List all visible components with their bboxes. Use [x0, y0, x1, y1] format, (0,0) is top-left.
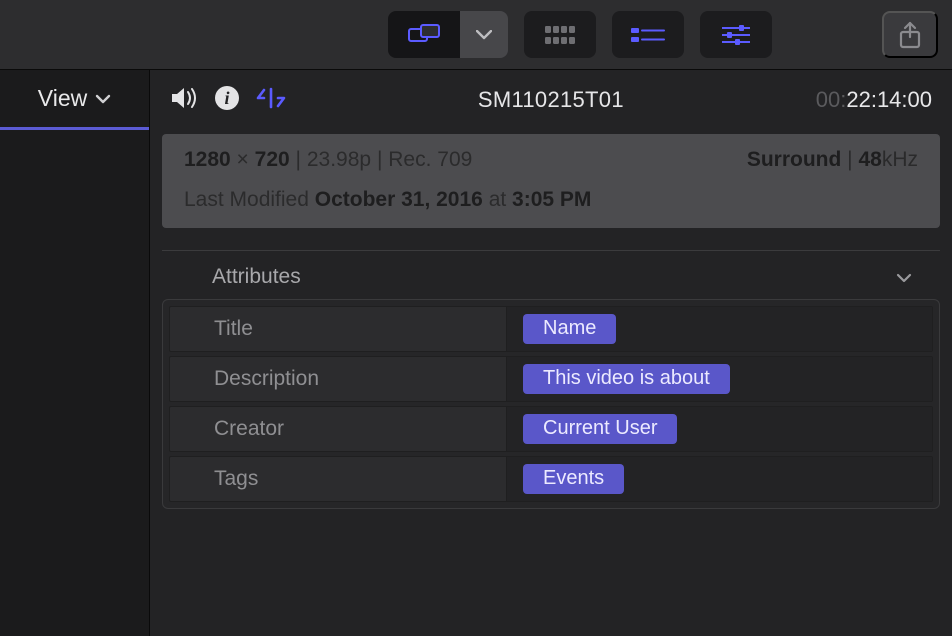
attributes-table: Title Name Description This video is abo…: [162, 299, 940, 509]
share-icon: [898, 21, 922, 49]
share-button[interactable]: [882, 11, 938, 58]
attr-label: Description: [170, 367, 506, 391]
volume-icon[interactable]: [170, 86, 198, 115]
view-tab-label: View: [38, 85, 87, 112]
video-format-spec: 1280 × 720 | 23.98p | Rec. 709: [184, 148, 472, 172]
section-title: Attributes: [212, 265, 301, 289]
toolbar-button-group: [388, 11, 772, 58]
chevron-down-icon: [95, 94, 111, 104]
sync-icon[interactable]: [256, 85, 286, 116]
display-mode-segment: [388, 11, 508, 58]
last-modified: Last Modified October 31, 2016 at 3:05 P…: [184, 188, 918, 212]
clip-metadata-box: 1280 × 720 | 23.98p | Rec. 709 Surround …: [162, 134, 940, 228]
attr-row-creator: Creator Current User: [169, 406, 933, 452]
grid-view-icon[interactable]: [524, 11, 596, 58]
info-icon[interactable]: i: [214, 85, 240, 116]
token-pill[interactable]: Events: [523, 464, 624, 494]
svg-text:i: i: [224, 88, 229, 108]
clip-title: SM110215T01: [304, 87, 798, 113]
view-tab[interactable]: View: [0, 70, 149, 130]
attr-label: Creator: [170, 417, 506, 441]
attr-value-cell[interactable]: Name: [506, 307, 932, 351]
attr-label: Tags: [170, 467, 506, 491]
attr-row-title: Title Name: [169, 306, 933, 352]
attr-label: Title: [170, 317, 506, 341]
attr-row-tags: Tags Events: [169, 456, 933, 502]
clip-info-bar: i SM110215T01 00:22:14:00: [150, 70, 952, 130]
chevron-down-icon: [896, 265, 912, 289]
list-view-icon[interactable]: [612, 11, 684, 58]
token-pill[interactable]: This video is about: [523, 364, 730, 394]
token-pill[interactable]: Name: [523, 314, 616, 344]
attr-value-cell[interactable]: This video is about: [506, 357, 932, 401]
display-mode-dropdown[interactable]: [460, 11, 508, 58]
attributes-section-header[interactable]: Attributes: [150, 251, 952, 299]
sidebar: View: [0, 70, 150, 636]
display-connected-icon[interactable]: [388, 11, 460, 58]
audio-format-spec: Surround | 48kHz: [747, 148, 918, 172]
inspector-panel: i SM110215T01 00:22:14:00 1280 × 720 | 2…: [150, 70, 952, 636]
attr-value-cell[interactable]: Events: [506, 457, 932, 501]
attr-row-description: Description This video is about: [169, 356, 933, 402]
token-pill[interactable]: Current User: [523, 414, 677, 444]
sliders-icon[interactable]: [700, 11, 772, 58]
timecode: 00:22:14:00: [816, 87, 932, 113]
top-toolbar: [0, 0, 952, 70]
attr-value-cell[interactable]: Current User: [506, 407, 932, 451]
